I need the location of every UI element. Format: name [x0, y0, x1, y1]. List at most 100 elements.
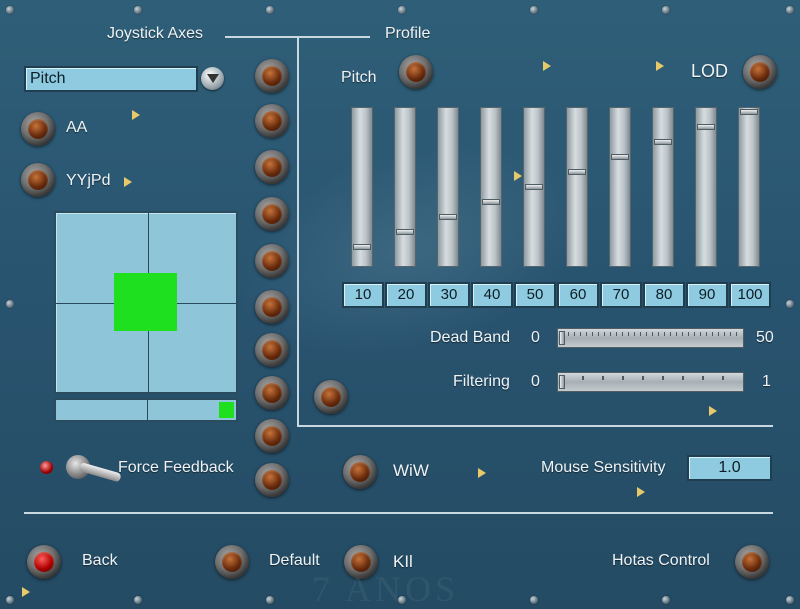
- curve-slider-5[interactable]: [523, 107, 545, 267]
- mouse-sensitivity-field[interactable]: 1.0: [687, 455, 772, 481]
- curve-slider-10[interactable]: [738, 107, 760, 267]
- default-button[interactable]: [215, 545, 249, 579]
- rivet: [266, 6, 274, 14]
- curve-value-6[interactable]: 60: [557, 282, 599, 308]
- axis-knob-2[interactable]: [255, 104, 289, 138]
- filtering-slider[interactable]: [557, 372, 744, 392]
- profile-header: Profile: [385, 25, 431, 42]
- curve-slider-6[interactable]: [566, 107, 588, 267]
- arrow-icon[interactable]: [478, 468, 486, 478]
- curve-value-8[interactable]: 80: [643, 282, 685, 308]
- slider-thumb[interactable]: [353, 244, 371, 250]
- axis-knob-9[interactable]: [255, 419, 289, 453]
- back-label: Back: [82, 552, 118, 569]
- yyjpd-knob[interactable]: [21, 163, 55, 197]
- wiw-knob[interactable]: [343, 455, 377, 489]
- rivet: [398, 6, 406, 14]
- axis-knob-3[interactable]: [255, 150, 289, 184]
- back-button[interactable]: [27, 545, 61, 579]
- slider-thumb[interactable]: [697, 124, 715, 130]
- rivet: [134, 6, 142, 14]
- axis-knob-1[interactable]: [255, 59, 289, 93]
- lod-knob[interactable]: [743, 55, 777, 89]
- rivet: [786, 6, 794, 14]
- rivet: [6, 300, 14, 308]
- axis-position-indicator: [114, 273, 177, 331]
- slider-thumb[interactable]: [482, 199, 500, 205]
- watermark-text: 7 ANOS: [312, 569, 460, 609]
- pitch-knob[interactable]: [399, 55, 433, 89]
- pitch-label: Pitch: [341, 69, 377, 86]
- curve-value-2[interactable]: 20: [385, 282, 427, 308]
- arrow-icon[interactable]: [543, 61, 551, 71]
- dropdown-arrow-icon[interactable]: [201, 67, 224, 90]
- hotas-control-button[interactable]: [735, 545, 769, 579]
- curve-value-5[interactable]: 50: [514, 282, 556, 308]
- axis-position-display: [54, 211, 238, 394]
- dead-band-min: 0: [531, 329, 540, 346]
- rivet: [786, 300, 794, 308]
- curve-value-9[interactable]: 90: [686, 282, 728, 308]
- slider-thumb[interactable]: [740, 109, 758, 115]
- slider-thumb[interactable]: [654, 139, 672, 145]
- axis-knob-10[interactable]: [255, 463, 289, 497]
- arrow-icon[interactable]: [132, 110, 140, 120]
- rivet: [530, 596, 538, 604]
- aa-knob[interactable]: [21, 112, 55, 146]
- dead-band-max: 50: [756, 329, 774, 346]
- arrow-icon[interactable]: [124, 177, 132, 187]
- curve-slider-3[interactable]: [437, 107, 459, 267]
- axis-bar-display: [54, 398, 238, 422]
- axis-knob-4[interactable]: [255, 197, 289, 231]
- curve-value-10[interactable]: 100: [729, 282, 771, 308]
- toggle-lever[interactable]: [78, 462, 122, 483]
- profile-knob[interactable]: [314, 380, 348, 414]
- dead-band-label: Dead Band: [430, 329, 511, 346]
- wiw-label: WiW: [393, 461, 429, 480]
- slider-thumb[interactable]: [611, 154, 629, 160]
- lod-label: LOD: [691, 61, 729, 81]
- mouse-sensitivity-label: Mouse Sensitivity: [541, 459, 666, 476]
- curve-value-1[interactable]: 10: [342, 282, 384, 308]
- slider-thumb[interactable]: [396, 229, 414, 235]
- aa-label: AA: [66, 119, 88, 136]
- rivet: [530, 6, 538, 14]
- axis-knob-6[interactable]: [255, 290, 289, 324]
- arrow-icon[interactable]: [637, 487, 645, 497]
- rivet: [786, 596, 794, 604]
- arrow-icon[interactable]: [22, 587, 30, 597]
- axis-select[interactable]: Pitch: [24, 66, 198, 92]
- axis-knob-8[interactable]: [255, 376, 289, 410]
- slider-thumb[interactable]: [568, 169, 586, 175]
- arrow-icon[interactable]: [709, 406, 717, 416]
- joystick-axes-header: Joystick Axes: [107, 25, 204, 42]
- slider-thumb[interactable]: [559, 375, 565, 389]
- bar-center-line: [147, 400, 148, 420]
- slider-thumb[interactable]: [439, 214, 457, 220]
- hotas-control-label: Hotas Control: [612, 552, 710, 569]
- curve-value-3[interactable]: 30: [428, 282, 470, 308]
- footer-divider: [24, 512, 773, 514]
- slider-thumb[interactable]: [525, 184, 543, 190]
- bar-position-indicator: [219, 402, 234, 418]
- force-feedback-label: Force Feedback: [118, 459, 234, 476]
- filtering-min: 0: [531, 373, 540, 390]
- curve-slider-7[interactable]: [609, 107, 631, 267]
- curve-slider-9[interactable]: [695, 107, 717, 267]
- curve-value-4[interactable]: 40: [471, 282, 513, 308]
- slider-thumb[interactable]: [559, 331, 565, 345]
- curve-slider-4[interactable]: [480, 107, 502, 267]
- curve-slider-8[interactable]: [652, 107, 674, 267]
- arrow-icon[interactable]: [656, 61, 664, 71]
- curve-value-7[interactable]: 70: [600, 282, 642, 308]
- curve-slider-2[interactable]: [394, 107, 416, 267]
- slider-ticks: [562, 376, 739, 380]
- filtering-max: 1: [762, 373, 771, 390]
- profile-bottom-border: [297, 425, 773, 427]
- axis-knob-7[interactable]: [255, 333, 289, 367]
- curve-slider-1[interactable]: [351, 107, 373, 267]
- axis-knob-5[interactable]: [255, 244, 289, 278]
- rivet: [662, 596, 670, 604]
- dead-band-slider[interactable]: [557, 328, 744, 348]
- arrow-icon[interactable]: [514, 171, 522, 181]
